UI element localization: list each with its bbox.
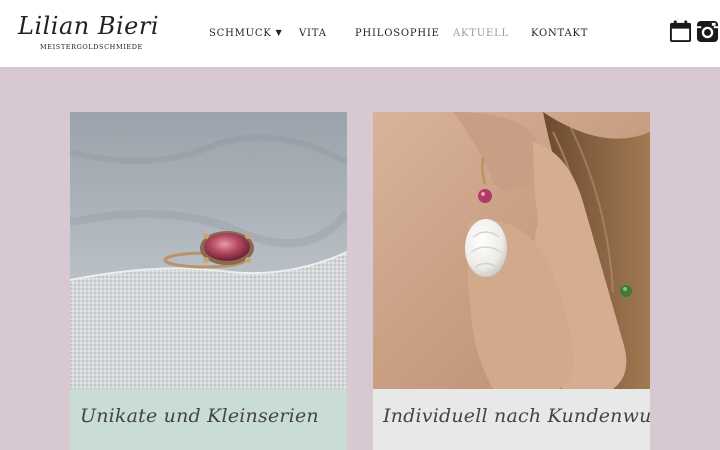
card-caption: Individuell nach Kundenwunsch xyxy=(373,389,650,450)
card-individuell[interactable]: Individuell nach Kundenwunsch xyxy=(373,112,650,450)
nav-item-aktuell[interactable]: AKTUELL xyxy=(453,28,509,39)
instagram-icon[interactable] xyxy=(696,20,719,43)
card-unikate[interactable]: Unikate und Kleinserien xyxy=(70,112,347,450)
card-caption: Unikate und Kleinserien xyxy=(70,389,347,450)
nav-item-philosophie[interactable]: PHILOSOPHIE xyxy=(355,28,440,39)
chevron-down-icon: ▼ xyxy=(275,28,283,37)
nav-item-schmuck[interactable]: SCHMUCK ▼ xyxy=(209,28,283,39)
brand-logo[interactable]: Lilian Bieri MEISTERGOLDSCHMIEDE xyxy=(18,12,159,54)
calendar-icon[interactable] xyxy=(669,20,692,43)
card-caption-text: Individuell nach Kundenwunsch xyxy=(383,405,650,427)
ring-photo xyxy=(70,112,347,389)
nav-item-vita[interactable]: VITA xyxy=(299,28,327,39)
brand-tagline: MEISTERGOLDSCHMIEDE xyxy=(40,43,143,51)
site-header: Lilian Bieri MEISTERGOLDSCHMIEDE SCHMUCK… xyxy=(0,0,720,67)
nav-item-kontakt[interactable]: KONTAKT xyxy=(531,28,588,39)
earring-photo xyxy=(373,112,650,389)
brand-name: Lilian Bieri xyxy=(18,12,160,40)
nav-item-label: SCHMUCK xyxy=(209,28,272,39)
card-caption-text: Unikate und Kleinserien xyxy=(80,405,319,427)
